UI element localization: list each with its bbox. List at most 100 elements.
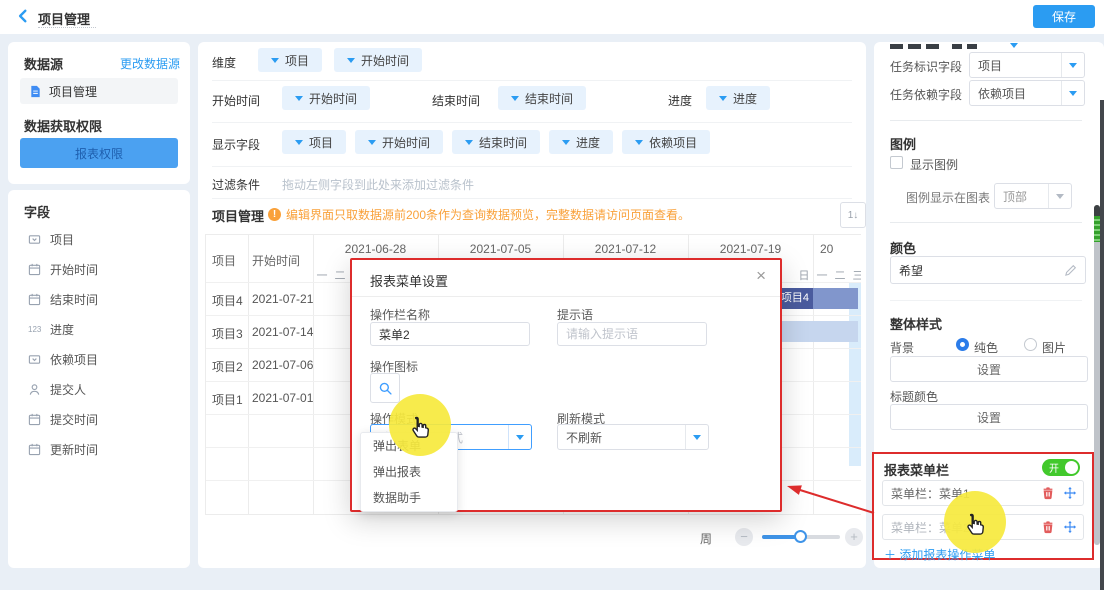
trash-icon[interactable] xyxy=(1041,520,1055,534)
radio-solid-label: 纯色 xyxy=(974,339,998,356)
column-header-project: 项目 xyxy=(212,252,236,269)
zoom-out-button[interactable]: − xyxy=(735,528,753,546)
chip-label: 项目 xyxy=(285,52,309,69)
field-item[interactable]: 项目 xyxy=(28,224,178,254)
chip-label: 结束时间 xyxy=(525,90,573,107)
field-item[interactable]: 提交时间 xyxy=(28,404,178,434)
field-item[interactable]: 结束时间 xyxy=(28,284,178,314)
perm-title: 数据获取权限 xyxy=(24,116,102,135)
chip-label: 结束时间 xyxy=(479,134,527,151)
start-field-chip[interactable]: 开始时间 xyxy=(282,86,370,110)
chevron-down-icon xyxy=(368,140,376,145)
field-item[interactable]: 开始时间 xyxy=(28,254,178,284)
progress-field-chip[interactable]: 进度 xyxy=(706,86,770,110)
chevron-down-icon xyxy=(465,140,473,145)
display-chip[interactable]: 结束时间 xyxy=(452,130,540,154)
datasource-title: 数据源 xyxy=(24,54,63,73)
dropdown-option[interactable]: 数据助手 xyxy=(361,485,457,511)
save-button[interactable]: 保存 xyxy=(1033,5,1095,28)
title-color-set-button[interactable]: 设置 xyxy=(890,404,1088,430)
color-title: 颜色 xyxy=(890,238,916,257)
select-icon xyxy=(28,353,41,366)
field-label: 提交时间 xyxy=(50,411,98,428)
chevron-down-icon xyxy=(719,96,727,101)
color-input[interactable]: 希望 xyxy=(890,256,1086,284)
filter-dropzone[interactable]: 拖动左侧字段到此处来添加过滤条件 xyxy=(282,176,474,193)
field-item[interactable]: 更新时间 xyxy=(28,434,178,464)
action-name-label: 操作栏名称 xyxy=(370,306,430,323)
chevron-down-icon xyxy=(562,140,570,145)
zoom-unit-label: 周 xyxy=(700,530,712,547)
gantt-warning-text: 编辑界面只取数据源前200条作为查询数据预览，完整数据请访问页面查看。 xyxy=(286,206,690,223)
edit-icon[interactable] xyxy=(1064,264,1077,277)
title-color-label: 标题颜色 xyxy=(890,388,938,405)
field-item[interactable]: 123进度 xyxy=(28,314,178,344)
chevron-down-icon xyxy=(516,435,524,440)
report-permission-button[interactable]: 报表权限 xyxy=(20,138,178,168)
field-item[interactable]: 提交人 xyxy=(28,374,178,404)
datasource-panel: 数据源 更改数据源 项目管理 数据获取权限 报表权限 xyxy=(8,42,190,184)
chevron-down-icon xyxy=(635,140,643,145)
display-chip[interactable]: 进度 xyxy=(549,130,613,154)
background-set-button[interactable]: 设置 xyxy=(890,356,1088,382)
dropdown-option[interactable]: 弹出报表 xyxy=(361,459,457,485)
display-chip[interactable]: 依赖项目 xyxy=(622,130,710,154)
field-item[interactable]: 依赖项目 xyxy=(28,344,178,374)
task-dep-value: 依赖项目 xyxy=(970,85,1061,102)
task-id-select[interactable]: 项目 xyxy=(969,52,1085,78)
dimension-chip[interactable]: 项目 xyxy=(258,48,322,72)
move-icon[interactable] xyxy=(1063,486,1077,500)
field-label: 更新时间 xyxy=(50,441,98,458)
calendar-icon xyxy=(28,413,41,426)
progress-field-label: 进度 xyxy=(668,92,692,109)
color-value: 希望 xyxy=(899,262,1064,279)
dimension-chip[interactable]: 开始时间 xyxy=(334,48,422,72)
refresh-mode-select[interactable]: 不刷新 xyxy=(557,424,709,450)
gantt-row-project: 项目2 xyxy=(212,358,243,375)
background-label: 背景 xyxy=(890,339,914,356)
gantt-week-date: 2021-07-05 xyxy=(438,242,563,256)
sort-button[interactable]: 1↓ xyxy=(840,202,866,228)
chip-label: 依赖项目 xyxy=(649,134,697,151)
menu-toggle[interactable]: 开 xyxy=(1042,459,1080,476)
warning-icon: ! xyxy=(268,208,281,221)
scrollbar-thumb[interactable] xyxy=(1094,205,1100,545)
menu-settings-modal: 报表菜单设置 × 操作栏名称 提示语 操作图标 操作模式 请选择对接模式 刷新模… xyxy=(350,258,782,512)
display-chip[interactable]: 项目 xyxy=(282,130,346,154)
zoom-in-button[interactable]: + xyxy=(845,528,863,546)
gantt-row-start: 2021-07-14 xyxy=(252,325,313,339)
calendar-icon xyxy=(28,443,41,456)
action-icon-button[interactable] xyxy=(370,373,400,403)
close-icon[interactable]: × xyxy=(756,266,766,286)
action-name-input[interactable] xyxy=(370,322,530,346)
task-id-label: 任务标识字段 xyxy=(890,58,962,75)
end-field-chip[interactable]: 结束时间 xyxy=(498,86,586,110)
back-icon[interactable] xyxy=(16,9,30,23)
legend-pos-label: 图例显示在图表 xyxy=(906,189,990,206)
legend-checkbox[interactable] xyxy=(890,156,903,169)
move-icon[interactable] xyxy=(1063,520,1077,534)
datasource-item[interactable]: 项目管理 xyxy=(20,78,178,104)
person-icon xyxy=(28,383,41,396)
dimension-label: 维度 xyxy=(212,54,236,71)
chip-label: 项目 xyxy=(309,134,333,151)
field-label: 项目 xyxy=(50,231,74,248)
cursor-highlight xyxy=(389,394,451,456)
plus-icon: + xyxy=(850,529,858,544)
radio-image[interactable] xyxy=(1024,338,1037,351)
gantt-week-date: 2021-07-19 xyxy=(688,242,813,256)
gantt-week-date: 2021-06-28 xyxy=(313,242,438,256)
task-dep-select[interactable]: 依赖项目 xyxy=(969,80,1085,106)
display-chip[interactable]: 开始时间 xyxy=(355,130,443,154)
end-field-label: 结束时间 xyxy=(432,92,480,109)
radio-solid-color[interactable] xyxy=(956,338,969,351)
chip-label: 进度 xyxy=(576,134,600,151)
chip-label: 开始时间 xyxy=(382,134,430,151)
trash-icon[interactable] xyxy=(1041,486,1055,500)
legend-pos-select[interactable]: 顶部 xyxy=(994,183,1072,209)
zoom-slider-handle[interactable] xyxy=(794,530,807,543)
scrollbar-grip[interactable] xyxy=(1094,216,1100,242)
tip-input[interactable] xyxy=(557,322,707,346)
today-column-highlight xyxy=(849,282,861,466)
change-datasource-link[interactable]: 更改数据源 xyxy=(120,55,180,72)
